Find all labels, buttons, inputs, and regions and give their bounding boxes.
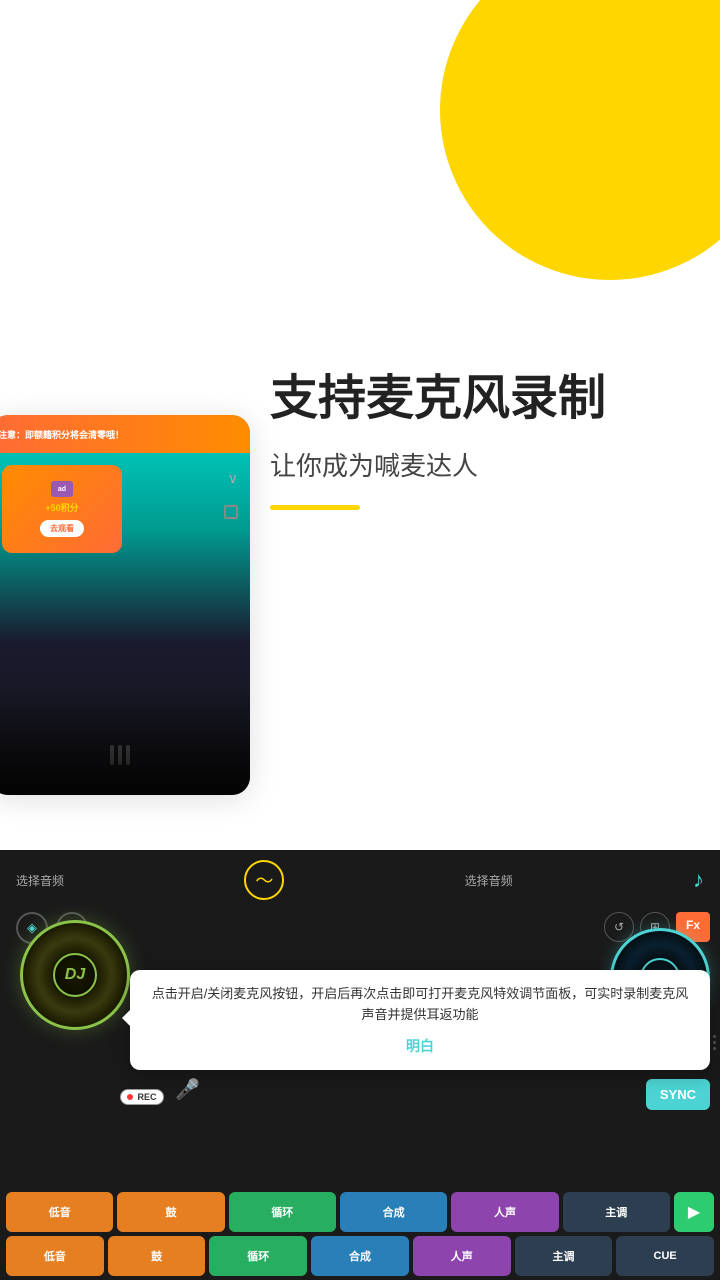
banner-text: 注意：即额籍积分将会清零哦！ bbox=[0, 428, 124, 441]
tooltip-text: 点击开启/关闭麦克风按钮，开启后再次点击即可打开麦克风特效调节面板，可实时录制麦… bbox=[146, 984, 694, 1026]
phone-screen: 注意：即额籍积分将会清零哦！ ad +50积分 去观看 ∨ bbox=[0, 415, 250, 795]
pad-loop-2[interactable]: 循环 bbox=[209, 1236, 307, 1276]
banner: 注意：即额籍积分将会清零哦！ bbox=[0, 415, 250, 453]
dj-pads: 低音 鼓 循环 合成 人声 主调 ▶ 低音 鼓 循环 合成 人声 主调 CUE bbox=[0, 1192, 720, 1280]
ad-badge: ad bbox=[51, 481, 73, 497]
chevron-down-icon: ∨ bbox=[228, 470, 238, 487]
select-audio-left[interactable]: 选择音频 bbox=[16, 872, 64, 889]
tooltip-popup: 点击开启/关闭麦克风按钮，开启后再次点击即可打开麦克风特效调节面板，可实时录制麦… bbox=[130, 970, 710, 1070]
pad-row-1: 低音 鼓 循环 合成 人声 主调 ▶ bbox=[6, 1192, 714, 1232]
cue-button[interactable]: CUE bbox=[616, 1236, 714, 1276]
music-icon: ♪ bbox=[693, 867, 704, 893]
main-title: 支持麦克风录制 bbox=[270, 370, 700, 428]
pad-vocal-1[interactable]: 人声 bbox=[451, 1192, 558, 1232]
scroll-indicator bbox=[713, 1035, 716, 1095]
mic-icon[interactable]: 🎤 bbox=[175, 1077, 200, 1102]
feature-text-section: 支持麦克风录制 让你成为喊麦达人 bbox=[270, 370, 700, 510]
background-blob bbox=[440, 0, 720, 280]
tooltip-ok-button[interactable]: 明白 bbox=[146, 1036, 694, 1056]
crowd-overlay bbox=[0, 695, 250, 795]
pad-vocal-2[interactable]: 人声 bbox=[413, 1236, 511, 1276]
pad-drum-1[interactable]: 鼓 bbox=[117, 1192, 224, 1232]
points-label: +50积分 bbox=[45, 501, 78, 514]
turntable-left[interactable]: DJ bbox=[20, 920, 130, 1030]
pad-synth-1[interactable]: 合成 bbox=[340, 1192, 447, 1232]
square-icon bbox=[224, 505, 238, 519]
pad-synth-2[interactable]: 合成 bbox=[311, 1236, 409, 1276]
pad-loop-1[interactable]: 循环 bbox=[229, 1192, 336, 1232]
tooltip-arrow bbox=[122, 1010, 130, 1026]
dj-mockup: 选择音频 〜 选择音频 ♪ ◈ ⚙ ↺ ⊞ Fx DJ bbox=[0, 850, 720, 1280]
pad-drum-2[interactable]: 鼓 bbox=[108, 1236, 206, 1276]
watch-button[interactable]: 去观看 bbox=[40, 520, 84, 537]
pad-row-2: 低音 鼓 循环 合成 人声 主调 CUE bbox=[6, 1236, 714, 1276]
dj-header: 选择音频 〜 选择音频 ♪ bbox=[0, 850, 720, 910]
pad-bass-1[interactable]: 低音 bbox=[6, 1192, 113, 1232]
dj-label: DJ bbox=[53, 953, 97, 997]
play-button[interactable]: ▶ bbox=[674, 1192, 714, 1232]
dj-section: 选择音频 〜 选择音频 ♪ ◈ ⚙ ↺ ⊞ Fx DJ bbox=[0, 850, 720, 1280]
pad-bass-2[interactable]: 低音 bbox=[6, 1236, 104, 1276]
rec-label: REC bbox=[138, 1092, 157, 1102]
rec-button[interactable]: REC bbox=[120, 1089, 164, 1105]
phone-mockup: 注意：即额籍积分将会清零哦！ ad +50积分 去观看 ∨ bbox=[0, 415, 250, 795]
select-audio-right[interactable]: 选择音频 bbox=[465, 872, 513, 889]
pad-key-1[interactable]: 主调 bbox=[563, 1192, 670, 1232]
pad-key-2[interactable]: 主调 bbox=[515, 1236, 613, 1276]
ad-card: ad +50积分 去观看 bbox=[2, 465, 122, 553]
waveform-icon: 〜 bbox=[244, 860, 284, 900]
sync-button[interactable]: SYNC bbox=[646, 1079, 710, 1110]
rec-dot bbox=[127, 1094, 133, 1100]
sub-title: 让你成为喊麦达人 bbox=[270, 446, 700, 483]
turntable-area: ◈ ⚙ ↺ ⊞ Fx DJ 点击开启/关闭麦克风按钮，开启后再次点击即可打开麦克… bbox=[0, 910, 720, 1030]
accent-divider bbox=[270, 505, 360, 510]
